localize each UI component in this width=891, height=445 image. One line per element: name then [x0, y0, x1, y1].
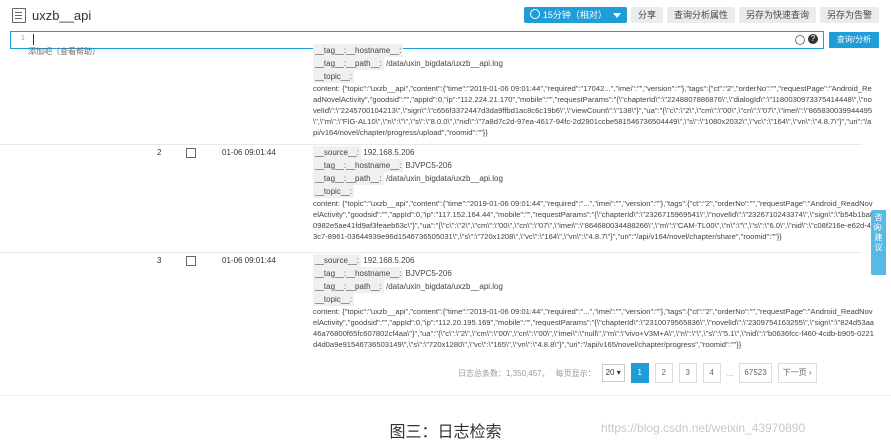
page-last[interactable]: 67523	[739, 363, 772, 383]
content-key: content:	[313, 307, 341, 316]
page-size-select[interactable]: 20 ▾	[601, 364, 625, 382]
next-page-button[interactable]: 下一页 ›	[777, 363, 817, 383]
path-key: __tag__:__path__:	[313, 280, 384, 293]
hostname-field: __tag__:__hostname__:	[313, 44, 875, 57]
row-number: 3	[157, 256, 162, 265]
toolbar: 15分钟（相对） 分享 查询分析属性 另存为快速查询 另存为告警	[523, 7, 879, 23]
path-key: __tag__:__path__:	[313, 57, 384, 70]
divider	[0, 395, 891, 396]
watermark: https://blog.csdn.net/weixin_43970890	[601, 421, 806, 435]
path-value: /data/uxin_bigdata/uxzb__api.log	[385, 174, 503, 183]
logstore-title: uxzb__api	[12, 7, 92, 23]
hostname-value: BJVPC5-206	[405, 269, 452, 278]
analysis-attr-button[interactable]: 查询分析属性	[666, 7, 735, 23]
row-number: 2	[157, 148, 162, 157]
row-fields: __source__: 192.168.5.206 __tag__:__host…	[313, 254, 875, 350]
table-row: __tag__:__hostname__: __tag__:__path__: …	[0, 44, 872, 144]
source-key: __source__:	[313, 146, 362, 159]
content-field: content: {"topic":"uxzb__api","content":…	[313, 306, 875, 350]
hostname-field: __tag__:__hostname__: BJVPC5-206	[313, 159, 875, 172]
clock-icon	[529, 9, 540, 19]
content-value: {"topic":"uxzb__api","content":{"time":"…	[313, 307, 875, 349]
line-number: 1	[21, 35, 25, 42]
topic-key: __topic__:	[313, 185, 354, 198]
path-field: __tag__:__path__: /data/uxin_bigdata/uxz…	[313, 172, 875, 185]
content-key: content:	[313, 84, 341, 93]
log-search-app: uxzb__api 15分钟（相对） 分享 查询分析属性 另存为快速查询 另存为…	[0, 0, 891, 395]
topic-field: __topic__:	[313, 185, 875, 198]
save-alert-button[interactable]: 另存为告警	[819, 7, 879, 23]
page-4[interactable]: 4	[702, 363, 721, 383]
path-value: /data/uxin_bigdata/uxzb__api.log	[385, 59, 503, 68]
source-key: __source__:	[313, 254, 362, 267]
share-button[interactable]: 分享	[630, 7, 663, 23]
content-key: content:	[313, 199, 341, 208]
source-field: __source__: 192.168.5.206	[313, 146, 875, 159]
row-fields: __tag__:__hostname__: __tag__:__path__: …	[313, 44, 875, 138]
table-row: 2 01-06 09:01:44 __source__: 192.168.5.2…	[0, 144, 874, 252]
hostname-key: __tag__:__hostname__:	[313, 267, 404, 280]
hostname-key: __tag__:__hostname__:	[313, 44, 404, 57]
topic-field: __topic__:	[313, 293, 875, 306]
row-fields: __source__: 192.168.5.206 __tag__:__host…	[313, 146, 875, 242]
topic-field: __topic__:	[313, 70, 875, 83]
logstore-icon	[12, 7, 26, 23]
page-size-value: 20	[605, 368, 615, 377]
page-size-label: 每页显示：	[555, 368, 596, 378]
page-ellipsis: ...	[726, 368, 734, 378]
source-value: 192.168.5.206	[363, 256, 415, 265]
feedback-float[interactable]: 咨询·建议	[871, 210, 886, 275]
help-icon[interactable]: ?	[808, 34, 818, 44]
time-range-label: 15分钟（相对）	[542, 10, 607, 20]
content-value: {"topic":"uxzb__api","content":{"time":"…	[313, 199, 875, 241]
topic-key: __topic__:	[313, 70, 354, 83]
chevron-down-icon	[612, 13, 621, 19]
path-key: __tag__:__path__:	[313, 172, 384, 185]
page-3[interactable]: 3	[678, 363, 697, 383]
page-1[interactable]: 1	[630, 363, 649, 383]
path-field: __tag__:__path__: /data/uxin_bigdata/uxz…	[313, 280, 875, 293]
content-field: content: {"topic":"uxzb__api","content":…	[313, 83, 875, 138]
app-title: uxzb__api	[32, 7, 92, 23]
top-bar: uxzb__api 15分钟（相对） 分享 查询分析属性 另存为快速查询 另存为…	[0, 0, 891, 30]
source-value: 192.168.5.206	[363, 148, 415, 157]
time-range-button[interactable]: 15分钟（相对）	[523, 7, 627, 23]
total-count: 日志总条数：1,350,457，	[458, 368, 550, 378]
hostname-key: __tag__:__hostname__:	[313, 159, 404, 172]
hostname-field: __tag__:__hostname__: BJVPC5-206	[313, 267, 875, 280]
hostname-value: BJVPC5-206	[405, 161, 452, 170]
page-2[interactable]: 2	[654, 363, 673, 383]
path-field: __tag__:__path__: /data/uxin_bigdata/uxz…	[313, 57, 875, 70]
text-cursor	[33, 34, 34, 45]
row-time: 01-06 09:01:44	[222, 148, 276, 157]
pagination: 日志总条数：1,350,457， 每页显示： 20 ▾ 1 2 3 4 ... …	[458, 363, 817, 383]
topic-key: __topic__:	[313, 293, 354, 306]
table-row: 3 01-06 09:01:44 __source__: 192.168.5.2…	[0, 252, 874, 360]
content-field: content: {"topic":"uxzb__api","content":…	[313, 198, 875, 242]
row-time: 01-06 09:01:44	[222, 256, 276, 265]
path-value: /data/uxin_bigdata/uxzb__api.log	[385, 282, 503, 291]
log-results: __tag__:__hostname__: __tag__:__path__: …	[0, 44, 874, 360]
row-detail-icon[interactable]	[186, 256, 196, 266]
content-value: {"topic":"uxzb__api","content":{"time":"…	[313, 84, 873, 137]
row-detail-icon[interactable]	[186, 148, 196, 158]
source-field: __source__: 192.168.5.206	[313, 254, 875, 267]
next-page-label: 下一页	[782, 368, 807, 377]
save-quick-query-button[interactable]: 另存为快速查询	[738, 7, 816, 23]
